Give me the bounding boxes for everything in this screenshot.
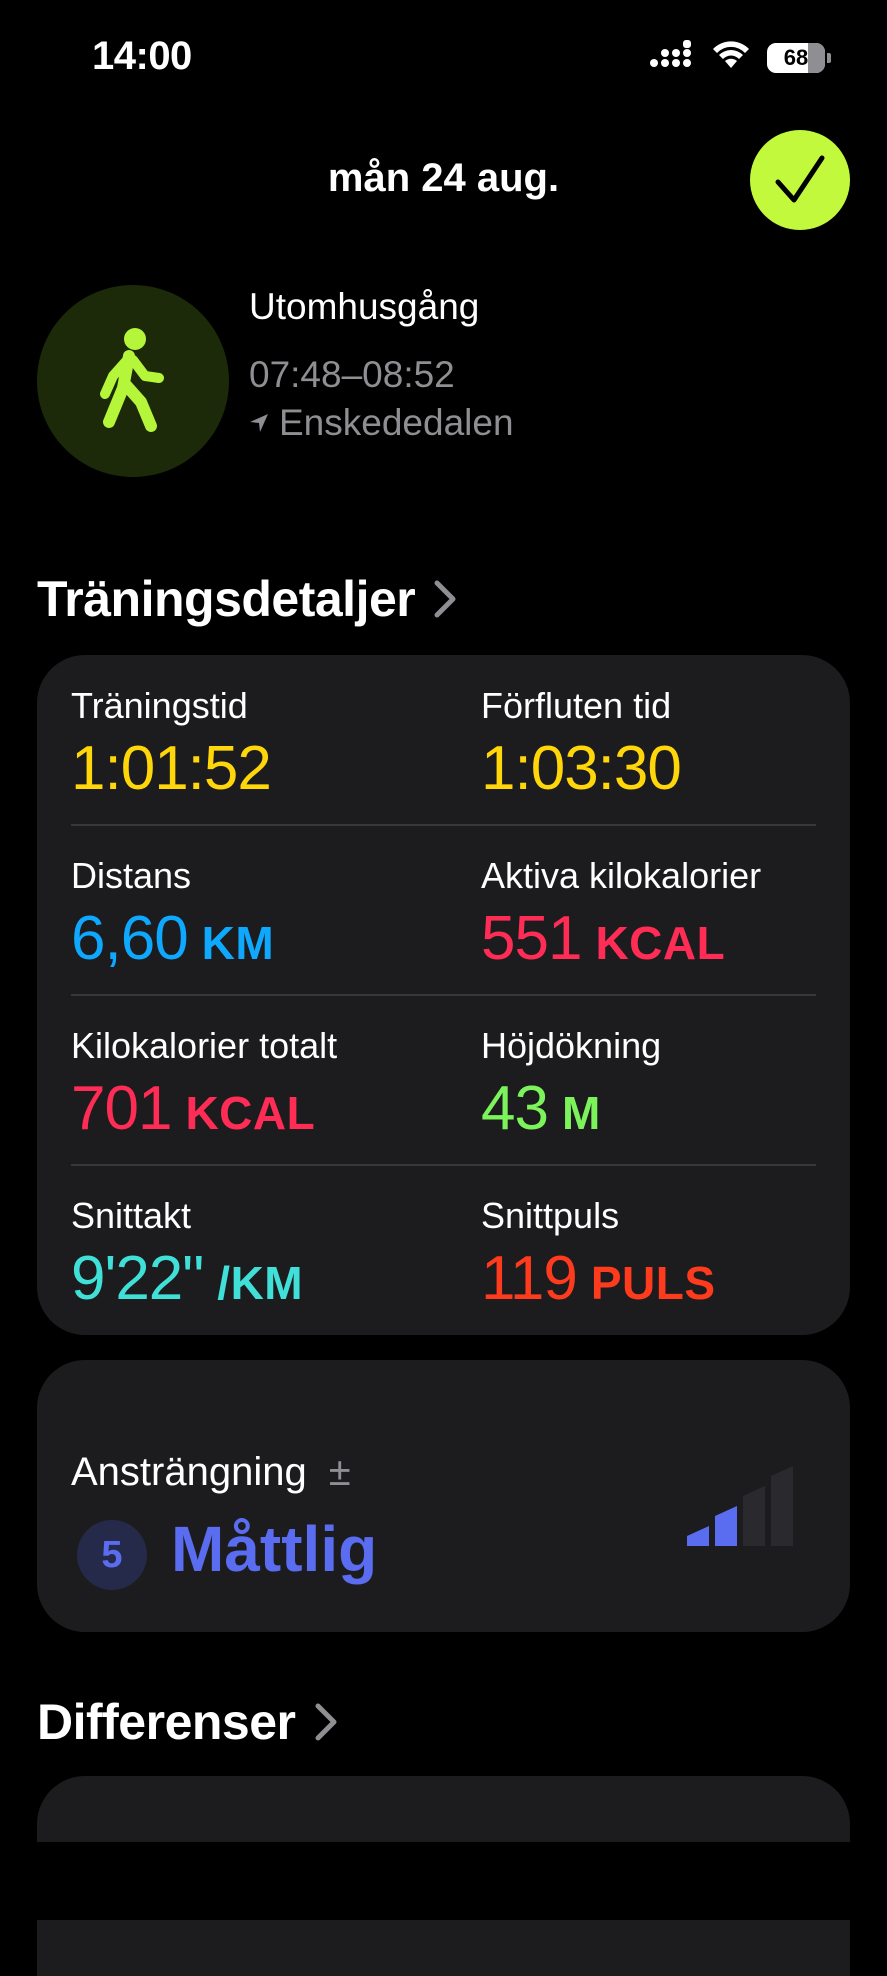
divider — [71, 994, 816, 996]
metric-elapsed-time: Förfluten tid 1:03:30 — [481, 685, 682, 804]
metric-unit: KCAL — [595, 917, 726, 969]
metric-value: 1:01:52 — [71, 733, 272, 804]
effort-level-badge: 5 — [77, 1520, 147, 1590]
metric-number: 1:01:52 — [71, 734, 272, 803]
bottom-mask — [0, 1842, 887, 1920]
metric-number: 1:03:30 — [481, 734, 682, 803]
effort-edit-icon[interactable]: ± — [329, 1450, 351, 1495]
effort-bars-icon — [687, 1466, 793, 1546]
effort-label-row: Ansträngning ± — [71, 1450, 351, 1495]
chevron-right-icon — [315, 1703, 336, 1741]
effort-bar — [771, 1466, 793, 1546]
checkmark-icon — [775, 155, 825, 203]
section-title-details: Träningsdetaljer — [37, 571, 416, 627]
metric-number: 701 — [71, 1074, 172, 1143]
status-time: 14:00 — [92, 34, 192, 78]
metric-value: 43 M — [481, 1073, 661, 1144]
metric-elevation-gain: Höjdökning 43 M — [481, 1025, 661, 1144]
metric-avg-pace: Snittakt 9'22"/KM — [71, 1195, 303, 1314]
metric-number: 551 — [481, 904, 582, 973]
metric-unit: M — [561, 1087, 601, 1139]
metric-label: Snittpuls — [481, 1195, 620, 1236]
status-icons: 68 — [649, 40, 831, 75]
section-title-differences: Differenser — [37, 1694, 296, 1750]
cellular-signal-icon — [649, 40, 695, 75]
divider — [71, 824, 816, 826]
metric-number: 6,60 — [71, 904, 189, 973]
location-arrow-icon — [250, 414, 268, 432]
workout-location-label: Enskededalen — [279, 402, 514, 443]
metric-value: 701 KCAL — [71, 1073, 337, 1144]
metric-label: Kilokalorier totalt — [71, 1025, 338, 1066]
metric-distance: Distans 6,60 KM — [71, 855, 274, 974]
battery-level: 68 — [783, 44, 809, 70]
wifi-icon — [711, 40, 751, 75]
metric-label: Träningstid — [71, 685, 248, 726]
metric-unit: PULS — [590, 1257, 716, 1309]
workout-location[interactable]: Enskededalen — [249, 402, 514, 444]
divider — [71, 1164, 816, 1166]
effort-label: Ansträngning — [71, 1450, 307, 1494]
metric-label: Höjdökning — [481, 1025, 662, 1066]
walking-figure-icon — [100, 328, 164, 432]
metric-number: 9'22" — [71, 1244, 204, 1313]
metric-value: 551 KCAL — [481, 903, 761, 974]
effort-card[interactable]: Ansträngning ± 5 Måttlig — [37, 1360, 850, 1632]
chevron-right-icon — [434, 580, 456, 618]
effort-value: Måttlig — [171, 1513, 378, 1585]
metric-active-kcal: Aktiva kilokalorier 551 KCAL — [481, 855, 761, 974]
metric-label: Distans — [71, 855, 192, 896]
effort-bar — [687, 1526, 709, 1546]
battery-icon: 68 — [767, 42, 825, 73]
metric-value: 119 PULS — [481, 1243, 716, 1314]
metric-value: 9'22"/KM — [71, 1243, 303, 1314]
metric-unit: /KM — [217, 1257, 304, 1309]
metric-avg-heart-rate: Snittpuls 119 PULS — [481, 1195, 716, 1314]
metric-unit: KM — [201, 917, 275, 969]
metric-number: 119 — [481, 1244, 578, 1313]
metric-label: Aktiva kilokalorier — [481, 855, 762, 896]
workout-time-range: 07:48–08:52 — [249, 354, 455, 395]
effort-bar — [715, 1506, 737, 1546]
section-header-differences[interactable]: Differenser — [37, 1693, 338, 1751]
metric-unit: KCAL — [185, 1087, 316, 1139]
metric-value: 6,60 KM — [71, 903, 274, 974]
metric-training-time: Träningstid 1:01:52 — [71, 685, 272, 804]
metric-total-kcal: Kilokalorier totalt 701 KCAL — [71, 1025, 337, 1144]
metric-number: 43 — [481, 1074, 549, 1143]
done-button[interactable] — [750, 130, 850, 230]
workout-details-card[interactable]: Träningstid 1:01:52 Förfluten tid 1:03:3… — [37, 655, 850, 1335]
section-header-details[interactable]: Träningsdetaljer — [37, 570, 457, 628]
workout-type-badge — [37, 285, 229, 477]
battery-tip — [827, 52, 831, 63]
workout-name: Utomhusgång — [249, 286, 480, 327]
metric-label: Snittakt — [71, 1195, 192, 1236]
metric-value: 1:03:30 — [481, 733, 682, 804]
metric-label: Förfluten tid — [481, 685, 672, 726]
effort-bar — [743, 1486, 765, 1546]
